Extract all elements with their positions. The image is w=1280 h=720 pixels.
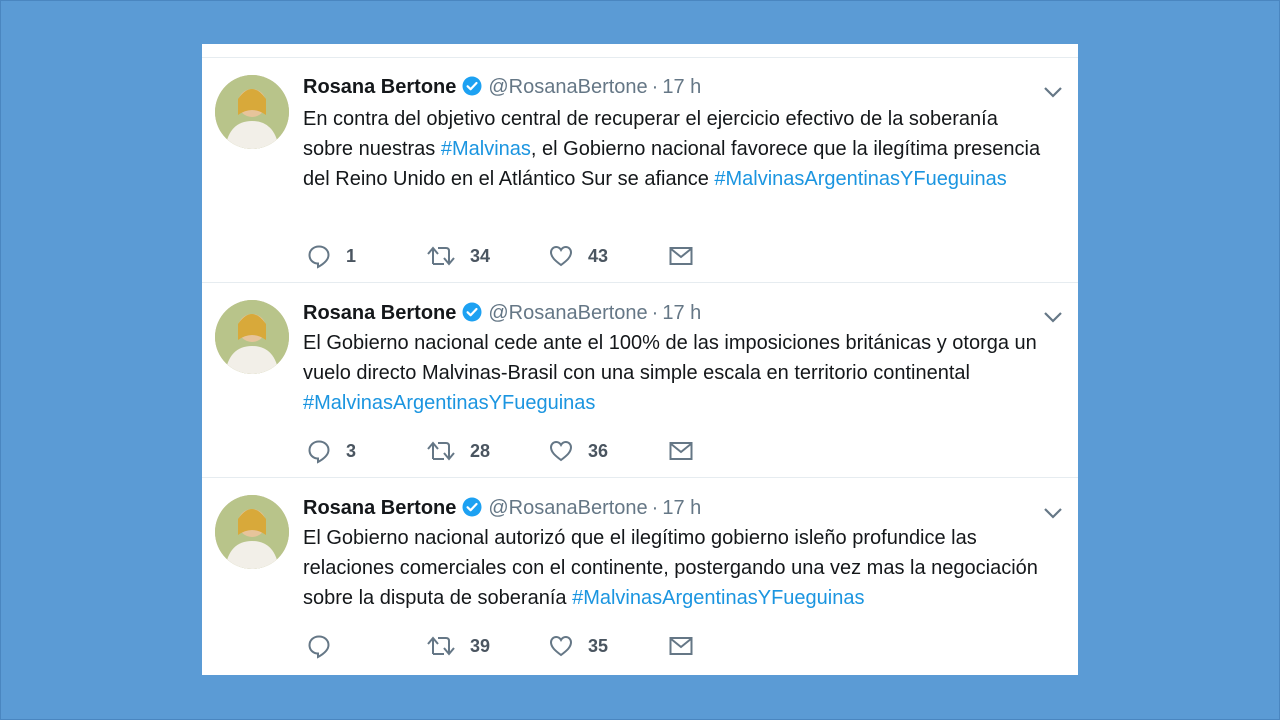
timestamp[interactable]: 17 h — [662, 76, 701, 98]
direct-message-button[interactable] — [668, 632, 694, 660]
separator: · — [651, 302, 659, 324]
direct-message-button[interactable] — [668, 242, 694, 270]
tweet-actions: 1 34 43 — [306, 242, 726, 270]
hashtag-link[interactable]: #MalvinasArgentinasYFueguinas — [572, 587, 864, 609]
heart-icon — [548, 633, 574, 659]
hashtag-link[interactable]: #Malvinas — [441, 138, 531, 160]
retweet-icon — [426, 438, 456, 464]
retweet-button[interactable]: 34 — [426, 242, 490, 270]
retweet-count: 39 — [470, 635, 491, 656]
reply-icon — [306, 243, 332, 269]
envelope-icon — [668, 243, 694, 269]
tweet-timeline: Rosana Bertone @RosanaBertone · 17 h En con… — [202, 44, 1078, 675]
tweet-header: Rosana Bertone @RosanaBertone · 17 h — [303, 74, 701, 100]
tweet-actions: 39 35 — [306, 632, 726, 660]
verified-badge-icon — [462, 76, 482, 103]
avatar[interactable] — [215, 495, 289, 569]
avatar[interactable] — [215, 75, 289, 149]
tweet-text: El Gobierno nacional autorizó que el ile… — [303, 523, 1053, 613]
envelope-icon — [668, 438, 694, 464]
retweet-count: 28 — [470, 440, 491, 461]
reply-button[interactable] — [306, 632, 346, 660]
tweet-text: En contra del objetivo central de recupe… — [303, 104, 1053, 194]
verified-badge-icon — [462, 497, 482, 524]
author-name[interactable]: Rosana Bertone — [303, 497, 456, 519]
reply-count: 3 — [346, 440, 357, 461]
reply-icon — [306, 438, 332, 464]
reply-icon — [306, 633, 332, 659]
heart-icon — [548, 243, 574, 269]
reply-count: 1 — [346, 245, 357, 266]
author-name[interactable]: Rosana Bertone — [303, 302, 456, 324]
like-button[interactable]: 43 — [548, 242, 608, 270]
tweet-actions: 3 28 36 — [306, 437, 726, 465]
retweet-icon — [426, 633, 456, 659]
chevron-down-icon[interactable] — [1042, 85, 1064, 99]
author-name[interactable]: Rosana Bertone — [303, 76, 456, 98]
tweet-header: Rosana Bertone @RosanaBertone · 17 h — [303, 495, 701, 521]
avatar[interactable] — [215, 300, 289, 374]
retweet-button[interactable]: 28 — [426, 437, 490, 465]
retweet-icon — [426, 243, 456, 269]
heart-icon — [548, 438, 574, 464]
hashtag-link[interactable]: #MalvinasArgentinasYFueguinas — [303, 392, 595, 414]
chevron-down-icon[interactable] — [1042, 506, 1064, 520]
tweet-header: Rosana Bertone @RosanaBertone · 17 h — [303, 300, 701, 326]
timestamp[interactable]: 17 h — [662, 302, 701, 324]
retweet-count: 34 — [470, 245, 491, 266]
like-button[interactable]: 36 — [548, 437, 608, 465]
reply-button[interactable]: 1 — [306, 242, 356, 270]
hashtag-link[interactable]: #MalvinasArgentinasYFueguinas — [714, 168, 1006, 190]
direct-message-button[interactable] — [668, 437, 694, 465]
tweet-text-segment: El Gobierno nacional cede ante el 100% d… — [303, 332, 1037, 384]
like-count: 43 — [588, 245, 609, 266]
tweet-3[interactable]: Rosana Bertone @RosanaBertone · 17 h El Gob… — [202, 477, 1078, 675]
author-handle[interactable]: @RosanaBertone — [488, 76, 647, 98]
tweet-text: El Gobierno nacional cede ante el 100% d… — [303, 328, 1053, 418]
author-handle[interactable]: @RosanaBertone — [488, 497, 647, 519]
envelope-icon — [668, 633, 694, 659]
author-handle[interactable]: @RosanaBertone — [488, 302, 647, 324]
verified-badge-icon — [462, 302, 482, 329]
retweet-button[interactable]: 39 — [426, 632, 490, 660]
like-button[interactable]: 35 — [548, 632, 608, 660]
tweet-2[interactable]: Rosana Bertone @RosanaBertone · 17 h El Gob… — [202, 282, 1078, 477]
tweet-1[interactable]: Rosana Bertone @RosanaBertone · 17 h En con… — [202, 57, 1078, 282]
separator: · — [651, 76, 659, 98]
like-count: 35 — [588, 635, 609, 656]
chevron-down-icon[interactable] — [1042, 310, 1064, 324]
like-count: 36 — [588, 440, 609, 461]
reply-button[interactable]: 3 — [306, 437, 356, 465]
separator: · — [651, 497, 659, 519]
timestamp[interactable]: 17 h — [662, 497, 701, 519]
